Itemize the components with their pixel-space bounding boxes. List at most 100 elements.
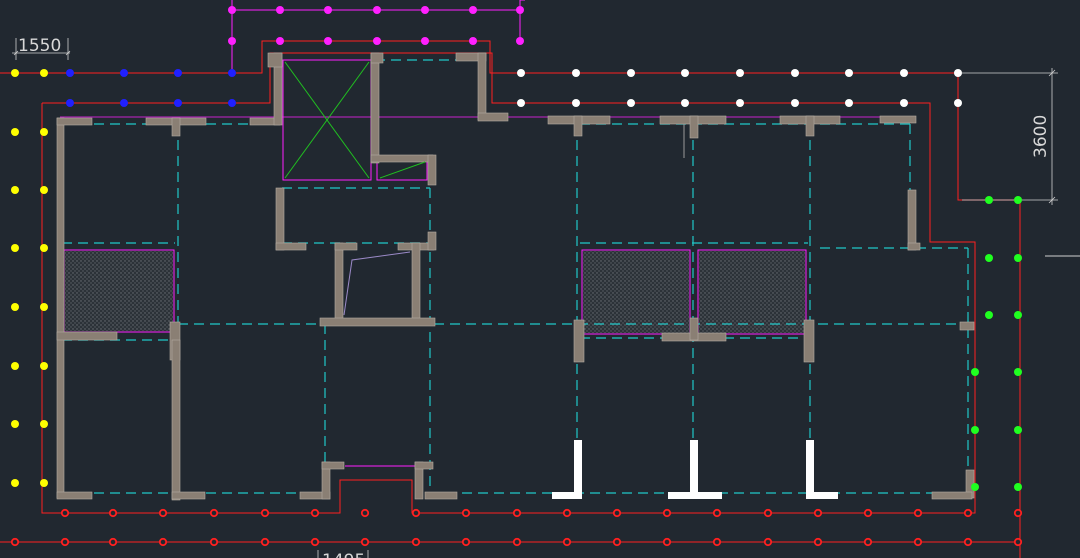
snap-marker xyxy=(971,426,979,434)
snap-marker xyxy=(863,537,873,547)
snap-marker xyxy=(469,6,477,14)
snap-marker xyxy=(40,69,48,77)
snap-marker xyxy=(60,508,70,518)
edge-lines xyxy=(683,124,1080,257)
snap-marker xyxy=(971,483,979,491)
snap-marker xyxy=(461,508,471,518)
snap-marker xyxy=(963,537,973,547)
snap-marker xyxy=(40,128,48,136)
snap-marker xyxy=(813,537,823,547)
snap-marker xyxy=(373,37,381,45)
snap-marker xyxy=(681,99,689,107)
snap-marker xyxy=(985,311,993,319)
dimension-label-top-left: 1550 xyxy=(18,36,61,56)
snap-marker xyxy=(40,362,48,370)
snap-marker xyxy=(845,69,853,77)
snap-marker xyxy=(627,69,635,77)
snap-marker xyxy=(516,6,524,14)
snap-marker xyxy=(712,537,722,547)
blue-markers xyxy=(66,69,236,107)
snap-marker xyxy=(158,508,168,518)
snap-marker xyxy=(813,508,823,518)
snap-marker xyxy=(461,537,471,547)
snap-marker xyxy=(512,508,522,518)
snap-marker xyxy=(209,508,219,518)
snap-marker xyxy=(763,537,773,547)
snap-marker xyxy=(11,303,19,311)
snap-marker xyxy=(562,508,572,518)
white-walls xyxy=(552,440,838,499)
snap-marker xyxy=(228,99,236,107)
snap-marker xyxy=(863,508,873,518)
snap-marker xyxy=(260,537,270,547)
dimension-label-bottom: 1495 xyxy=(322,551,365,558)
snap-marker xyxy=(11,244,19,252)
snap-marker xyxy=(11,420,19,428)
snap-marker xyxy=(11,128,19,136)
snap-marker xyxy=(40,303,48,311)
snap-marker xyxy=(360,508,370,518)
snap-marker xyxy=(562,537,572,547)
snap-marker xyxy=(10,537,20,547)
snap-marker xyxy=(627,99,635,107)
snap-marker xyxy=(174,69,182,77)
snap-marker xyxy=(40,186,48,194)
snap-marker xyxy=(662,508,672,518)
snap-marker xyxy=(1014,483,1022,491)
snap-marker xyxy=(954,69,962,77)
snap-marker xyxy=(120,69,128,77)
snap-marker xyxy=(517,69,525,77)
magenta-markers xyxy=(228,6,524,45)
snap-marker xyxy=(411,537,421,547)
snap-marker xyxy=(736,69,744,77)
snap-marker xyxy=(1014,311,1022,319)
snap-marker xyxy=(1013,508,1023,518)
snap-marker xyxy=(900,99,908,107)
snap-marker xyxy=(1014,368,1022,376)
walls xyxy=(56,52,975,501)
snap-marker xyxy=(512,537,522,547)
snap-marker xyxy=(913,537,923,547)
snap-marker xyxy=(736,99,744,107)
snap-marker xyxy=(60,537,70,547)
red-markers xyxy=(10,508,1023,547)
snap-marker xyxy=(310,508,320,518)
snap-marker xyxy=(11,186,19,194)
snap-marker xyxy=(517,99,525,107)
snap-marker xyxy=(66,99,74,107)
snap-marker xyxy=(469,37,477,45)
stair-line xyxy=(343,251,411,316)
snap-marker xyxy=(985,254,993,262)
snap-marker xyxy=(1013,537,1023,547)
snap-marker xyxy=(900,69,908,77)
snap-marker xyxy=(1014,196,1022,204)
snap-marker xyxy=(1014,426,1022,434)
snap-marker xyxy=(228,69,236,77)
snap-marker xyxy=(662,537,672,547)
snap-marker xyxy=(360,537,370,547)
snap-marker xyxy=(324,37,332,45)
snap-marker xyxy=(11,69,19,77)
snap-marker xyxy=(11,479,19,487)
snap-marker xyxy=(681,69,689,77)
snap-marker xyxy=(11,362,19,370)
snap-marker xyxy=(276,37,284,45)
snap-marker xyxy=(40,420,48,428)
snap-marker xyxy=(324,6,332,14)
snap-marker xyxy=(276,6,284,14)
snap-marker xyxy=(228,6,236,14)
snap-marker xyxy=(108,508,118,518)
dimension-label-right: 3600 xyxy=(1031,115,1051,158)
snap-marker xyxy=(120,99,128,107)
cad-canvas[interactable]: 1550 3600 1495 xyxy=(0,0,1080,558)
snap-marker xyxy=(572,69,580,77)
snap-marker xyxy=(572,99,580,107)
snap-marker xyxy=(158,537,168,547)
snap-marker xyxy=(612,508,622,518)
snap-marker xyxy=(228,37,236,45)
snap-marker xyxy=(209,537,219,547)
snap-marker xyxy=(421,37,429,45)
snap-marker xyxy=(763,508,773,518)
snap-marker xyxy=(411,508,421,518)
snap-marker xyxy=(712,508,722,518)
